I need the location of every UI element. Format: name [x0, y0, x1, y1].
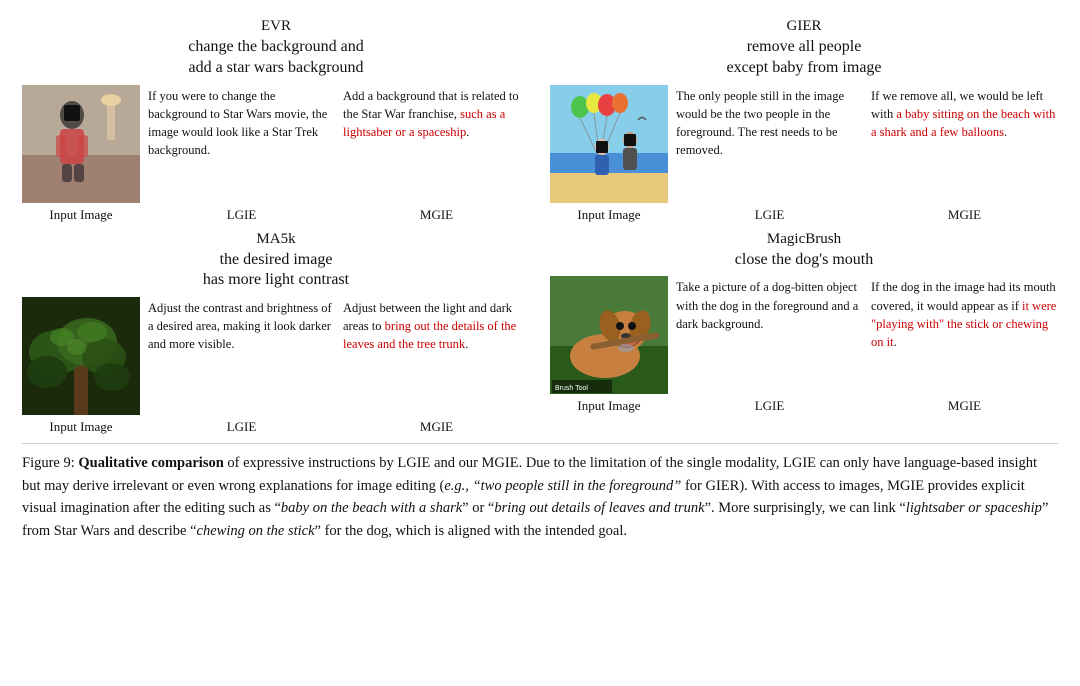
right-top-title: remove all people except baby from image: [550, 37, 1058, 79]
gier-input-image: [550, 85, 668, 203]
evr-lgie-label: LGIE: [148, 207, 335, 223]
ma5k-mgie-label: MGIE: [343, 419, 530, 435]
evr-mgie-label: MGIE: [343, 207, 530, 223]
ma5k-lgie-desc: Adjust the contrast and brightness of a …: [148, 297, 335, 353]
magicbrush-mgie-label: MGIE: [871, 398, 1058, 414]
left-bottom-title: the desired image has more light contras…: [22, 250, 530, 292]
ma5k-lgie-label: LGIE: [148, 419, 335, 435]
figure-num: Figure 9:: [22, 455, 75, 471]
evr-mgie-desc: Add a background that is related to the …: [343, 85, 530, 141]
gier-mgie-label: MGIE: [871, 207, 1058, 223]
left-top-panel: EVR change the background and add a star…: [22, 18, 530, 223]
evr-input-image: [22, 85, 140, 203]
magicbrush-label: MagicBrush: [550, 231, 1058, 248]
magicbrush-input-image: Brush Tool: [550, 276, 668, 394]
magicbrush-mgie-desc: If the dog in the image had its mouth co…: [871, 276, 1058, 351]
left-top-title: change the background and add a star war…: [22, 37, 530, 79]
gier-lgie-desc: The only people still in the image would…: [676, 85, 863, 160]
evr-label: EVR: [22, 18, 530, 35]
right-bottom-title: close the dog's mouth: [550, 250, 1058, 271]
magicbrush-lgie-label: LGIE: [676, 398, 863, 414]
gier-lgie-label: LGIE: [676, 207, 863, 223]
evr-lgie-desc: If you were to change the background to …: [148, 85, 335, 160]
evr-input-label: Input Image: [22, 207, 140, 223]
magicbrush-lgie-desc: Take a picture of a dog-bitten object wi…: [676, 276, 863, 332]
gier-input-label: Input Image: [550, 207, 668, 223]
ma5k-input-image: [22, 297, 140, 415]
left-bottom-panel: MA5k the desired image has more light co…: [22, 231, 530, 436]
gier-label: GIER: [550, 18, 1058, 35]
ma5k-mgie-desc: Adjust between the light and dark areas …: [343, 297, 530, 353]
svg-text:Brush Tool: Brush Tool: [555, 385, 588, 392]
right-bottom-panel: MagicBrush close the dog's mouth: [550, 231, 1058, 436]
ma5k-label: MA5k: [22, 231, 530, 248]
magicbrush-input-label: Input Image: [550, 398, 668, 414]
figure-caption: Figure 9: Qualitative comparison of expr…: [22, 443, 1058, 542]
right-top-panel: GIER remove all people except baby from …: [550, 18, 1058, 223]
gier-mgie-desc: If we remove all, we would be left with …: [871, 85, 1058, 141]
ma5k-input-label: Input Image: [22, 419, 140, 435]
caption-bold: Qualitative comparison: [78, 455, 223, 471]
